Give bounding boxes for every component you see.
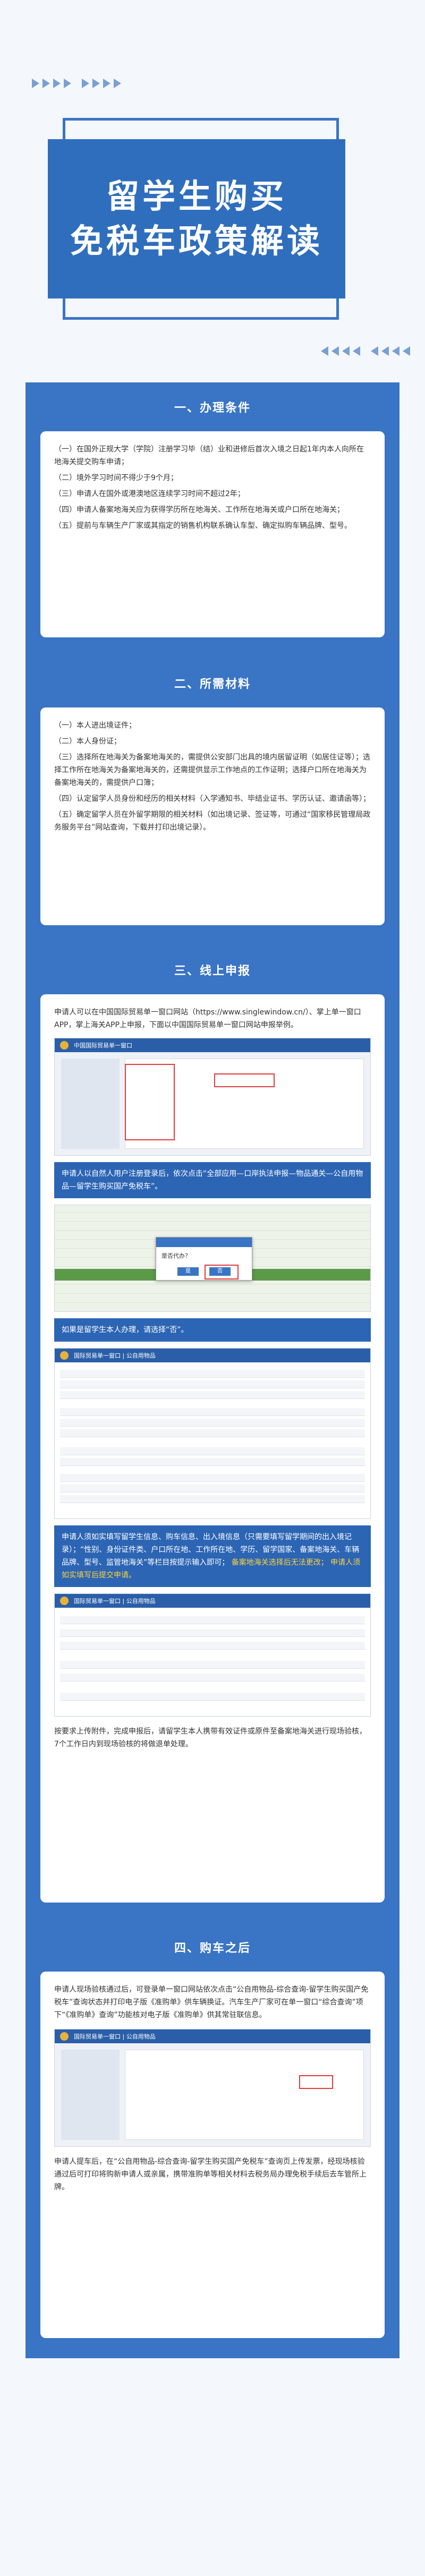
highlight-box [299, 2075, 333, 2089]
online-card: 申请人可以在中国国际贸易单一窗口网站（https://www.singlewin… [40, 994, 385, 1903]
section-heading: 三、线上申报 [174, 965, 251, 978]
screenshot-title: 国际贸易单一窗口 | 公自用物品 [74, 1598, 156, 1605]
screenshot-application-form: 国际贸易单一窗口 | 公自用物品 [54, 1348, 371, 1519]
paragraph: 申请人提车后，在“公自用物品-综合查询-留学生购买国产免税车”查询页上传发票，经… [54, 2157, 367, 2191]
screenshot-body [55, 1052, 370, 1155]
screenshot-title: 中国国际贸易单一窗口 [74, 1042, 132, 1049]
paragraph: （三）选择所在地海关为备案地海关的，需提供公安部门出具的境内居留证明（如居住证等… [54, 753, 370, 787]
query-panel [125, 2050, 364, 2140]
form-row [60, 1485, 365, 1492]
paragraph: （二）本人身份证； [54, 737, 121, 746]
portal-logo-icon [60, 1597, 69, 1605]
form-row [60, 1429, 365, 1437]
portal-logo-icon [60, 1041, 69, 1050]
form-row [60, 1629, 365, 1637]
screenshot-titlebar: 国际贸易单一窗口 | 公自用物品 [55, 1349, 370, 1362]
caption-form-instructions: 申请人须如实填写留学生信息、购车信息、出入境信息（只需要填写留学期间的出入境记录… [54, 1525, 371, 1587]
section-conditions: 一、办理条件 （一）在国外正规大学（学院）注册学习毕（结）业和进修后首次入境之日… [26, 382, 400, 659]
conditions-card: （一）在国外正规大学（学院）注册学习毕（结）业和进修后首次入境之日起1年内本人向… [40, 431, 385, 637]
paragraph: （五）提前与车辆生产厂家或其指定的销售机构联系确认车型、确定拟购车辆品牌、型号。 [54, 522, 352, 530]
caption: 申请人以自然人用户注册登录后，依次点击“全部应用—口岸执法申报—物品通关—公自用… [54, 1162, 371, 1198]
section-heading: 四、购车之后 [174, 1942, 251, 1955]
form-row [60, 1458, 365, 1466]
paragraph: 申请人现场验核通过后，可登录单一窗口网站依次点击“公自用物品-综合查询-留学生购… [54, 1985, 369, 2019]
screenshot-portal-menu: 中国国际贸易单一窗口 [54, 1038, 371, 1156]
screenshot-title: 国际贸易单一窗口 | 公自用物品 [74, 2033, 156, 2040]
page-title-line1: 留学生购买 [106, 177, 287, 216]
query-sidebar [61, 2050, 120, 2140]
after-purchase-card: 申请人现场验核通过后，可登录单一窗口网站依次点击“公自用物品-综合查询-留学生购… [40, 1972, 385, 2338]
dialog-header [156, 1238, 252, 1247]
section-heading: 二、所需材料 [174, 678, 251, 691]
highlight-box [125, 1064, 175, 1140]
screenshot-upload: 国际贸易单一窗口 | 公自用物品 [54, 1593, 371, 1717]
header: 留学生购买 免税车政策解读 [0, 0, 425, 382]
portal-logo-icon [60, 1351, 69, 1360]
form-row [60, 1370, 365, 1378]
screenshot-body [55, 1608, 370, 1716]
highlight-box [214, 1073, 275, 1087]
section-heading: 一、办理条件 [174, 402, 251, 415]
form-row [60, 1661, 365, 1669]
form-row [60, 1419, 365, 1427]
decor-triangles-left [32, 79, 121, 88]
dialog-yes-button[interactable]: 是 [177, 1267, 199, 1276]
screenshot-titlebar: 中国国际贸易单一窗口 [55, 1038, 370, 1052]
screenshot-body [55, 1362, 370, 1519]
form-row [60, 1693, 365, 1701]
page-title-line2: 免税车政策解读 [70, 221, 323, 260]
section-materials: 二、所需材料 （一）本人进出境证件； （二）本人身份证； （三）选择所在地海关为… [26, 659, 400, 945]
paragraph: （一）本人进出境证件； [54, 721, 136, 730]
portal-logo-icon [60, 2032, 69, 2041]
form-row [60, 1674, 365, 1682]
paragraph: （一）在国外正规大学（学院）注册学习毕（结）业和进修后首次入境之日起1年内本人向… [54, 445, 364, 466]
materials-card: （一）本人进出境证件； （二）本人身份证； （三）选择所在地海关为备案地海关的，… [40, 707, 385, 925]
screenshot-titlebar: 国际贸易单一窗口 | 公自用物品 [55, 1594, 370, 1608]
paragraph: （五）确定留学人员在外留学期限的相关材料（如出境记录、签证等，可通过“国家移民管… [54, 811, 371, 832]
form-row [60, 1391, 365, 1399]
form-row [60, 1474, 365, 1482]
section-online-application: 三、线上申报 申请人可以在中国国际贸易单一窗口网站（https://www.si… [26, 945, 400, 1923]
screenshot-query-page: 国际贸易单一窗口 | 公自用物品 [54, 2029, 371, 2147]
form-row [60, 1642, 365, 1650]
paragraph: （四）申请人备案地海关应为获得学历所在地海关、工作所在地海关或户口所在地海关； [54, 506, 344, 514]
form-row [60, 1495, 365, 1503]
paragraph: （三）申请人在国外或港澳地区连续学习时间不超过2年； [54, 490, 245, 498]
decor-triangles-right [321, 346, 410, 356]
form-row [60, 1447, 365, 1455]
menu-sidebar [61, 1059, 120, 1149]
outro-text: 按要求上传附件，完成申报后，请留学生本人携带有效证件或原件至备案地海关进行现场验… [54, 1727, 367, 1748]
title-box: 留学生购买 免税车政策解读 [48, 139, 345, 298]
screenshot-title: 国际贸易单一窗口 | 公自用物品 [74, 1352, 156, 1359]
caption-warning: 备案地海关选择后无法更改； [231, 1558, 328, 1567]
form-row [60, 1616, 365, 1624]
intro-text: 申请人可以在中国国际贸易单一窗口网站（https://www.singlewin… [54, 1008, 361, 1029]
paragraph: （二）境外学习时间不得少于9个月； [54, 474, 178, 482]
form-row [60, 1408, 365, 1416]
screenshot-body [55, 2043, 370, 2146]
dialog-text: 是否代办？ [162, 1252, 191, 1259]
screenshot-proxy-dialog: 是否代办？ 是 否 [54, 1205, 371, 1312]
paragraph: （四）认定留学人员身份和经历的相关材料（入学通知书、毕结业证书、学历认证、邀请函… [54, 795, 370, 803]
section-after-purchase: 四、购车之后 申请人现场验核通过后，可登录单一窗口网站依次点击“公自用物品-综合… [26, 1923, 400, 2358]
highlight-box [205, 1265, 239, 1280]
screenshot-titlebar: 国际贸易单一窗口 | 公自用物品 [55, 2029, 370, 2043]
caption: 如果是留学生本人办理，请选择“否”。 [54, 1318, 371, 1342]
form-row [60, 1380, 365, 1388]
